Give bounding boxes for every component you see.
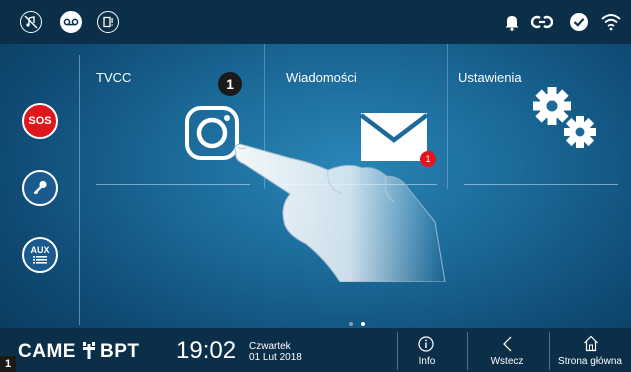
aux-icon: AUX [30, 245, 50, 264]
wifi-icon [599, 10, 623, 34]
tile-title-settings: Ustawienia [458, 70, 522, 85]
step-marker: 1 [218, 72, 242, 96]
aux-button[interactable]: AUX [22, 237, 58, 273]
pointing-hand-illustration [234, 143, 446, 282]
door-status-icon[interactable] [97, 11, 119, 33]
tile-underline [96, 184, 250, 185]
chevron-left-icon [503, 336, 512, 352]
back-label: Wstecz [490, 356, 524, 367]
corner-marker: 1 [0, 356, 16, 372]
tile-title-tvcc: TVCC [96, 70, 132, 85]
intercom-screen: SOS AUX TVCC Wiadomości 1 Ustawienia 1 C… [0, 0, 631, 372]
brand-came: CAME [18, 341, 76, 362]
mute-icon[interactable] [20, 11, 42, 33]
bottom-divider [549, 332, 550, 370]
brand-mark-icon [83, 342, 95, 359]
voicemail-icon[interactable] [60, 11, 82, 33]
key-icon [33, 180, 47, 195]
bell-icon [500, 10, 524, 34]
date-label: 01 Lut 2018 [249, 352, 302, 363]
sos-label: SOS [28, 115, 52, 127]
sidebar-divider [79, 55, 80, 325]
link-icon [530, 10, 554, 34]
key-button[interactable] [22, 170, 58, 206]
brand-bpt: BPT [100, 341, 140, 362]
day-label: Czwartek [249, 341, 291, 352]
info-label: Info [418, 356, 436, 367]
bottom-divider [397, 332, 398, 370]
tile-title-messages: Wiadomości [286, 70, 357, 85]
home-icon [584, 335, 598, 352]
date-block: Czwartek 01 Lut 2018 [249, 341, 302, 363]
sos-button[interactable]: SOS [22, 103, 58, 139]
home-label: Strona główna [558, 356, 622, 367]
bottom-divider [467, 332, 468, 370]
clock-time: 19:02 [176, 337, 237, 364]
tile-underline [464, 184, 618, 185]
check-icon [567, 10, 591, 34]
info-icon [418, 336, 434, 352]
gears-icon [533, 87, 596, 148]
pager-dot[interactable] [349, 322, 353, 326]
pager-dot-active[interactable] [361, 322, 365, 326]
aux-label: AUX [30, 245, 50, 255]
